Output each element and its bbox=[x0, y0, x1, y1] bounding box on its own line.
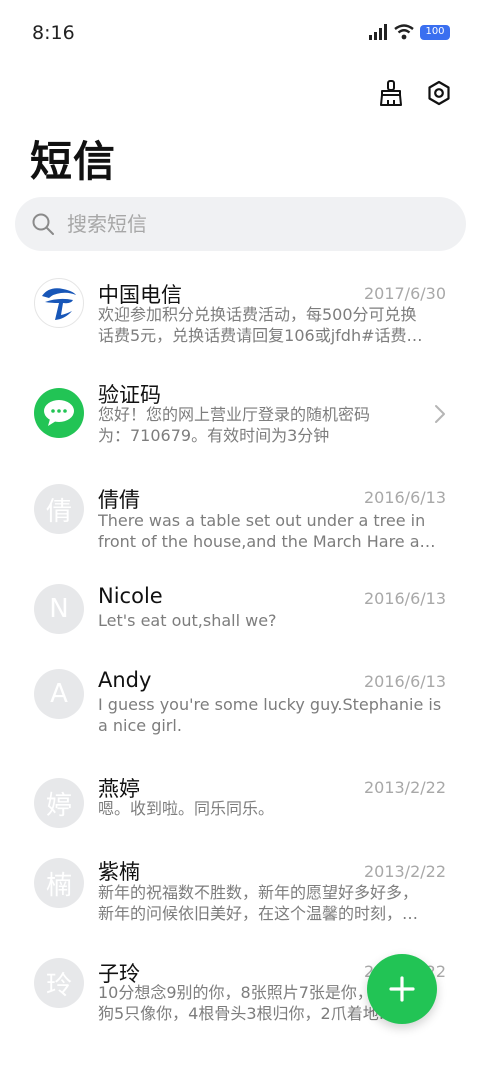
new-message-button[interactable] bbox=[367, 954, 437, 1024]
search-input[interactable] bbox=[67, 212, 427, 236]
status-icons: 100 bbox=[368, 24, 450, 40]
avatar: 楠 bbox=[34, 858, 84, 908]
status-time: 8:16 bbox=[32, 22, 75, 44]
avatar: N bbox=[34, 584, 84, 634]
message-date: 2013/2/22 bbox=[363, 778, 446, 797]
chevron-right-icon bbox=[435, 405, 445, 423]
settings-button[interactable] bbox=[424, 78, 454, 108]
message-date: 2013/2/22 bbox=[363, 862, 446, 881]
conversation-item[interactable]: 中国电信 2017/6/30 欢迎参加积分兑换话费活动，每500分可兑换 话费5… bbox=[0, 262, 480, 362]
wifi-icon bbox=[394, 24, 414, 40]
page-title: 短信 bbox=[30, 137, 117, 186]
conversation-item[interactable]: 楠 紫楠 2013/2/22 新年的祝福数不胜数，新年的愿望好多好多， 新年的问… bbox=[0, 852, 480, 952]
message-date: 2016/6/13 bbox=[363, 589, 446, 608]
avatar bbox=[34, 278, 84, 328]
battery-icon: 100 bbox=[420, 24, 450, 40]
conversation-item[interactable]: N Nicole 2016/6/13 Let's eat out,shall w… bbox=[0, 574, 480, 654]
top-actions bbox=[376, 78, 454, 108]
message-preview: 新年的祝福数不胜数，新年的愿望好多好多， 新年的问候依旧美好，在这个温馨的时刻，… bbox=[98, 883, 419, 923]
conversation-item[interactable]: 倩 倩倩 2016/6/13 There was a table set out… bbox=[0, 468, 480, 568]
message-date: 2016/6/13 bbox=[363, 488, 446, 507]
search-icon bbox=[32, 213, 54, 235]
avatar: 玲 bbox=[34, 958, 84, 1008]
message-date: 2017/6/30 bbox=[363, 284, 446, 303]
avatar: 倩 bbox=[34, 484, 84, 534]
signal-icon bbox=[369, 24, 387, 40]
chat-bubble-icon bbox=[44, 400, 74, 426]
contact-name: Andy bbox=[98, 668, 152, 692]
message-preview: I guess you're some lucky guy.Stephanie … bbox=[98, 695, 442, 735]
message-preview: Let's eat out,shall we? bbox=[98, 611, 277, 630]
message-date: 2016/6/13 bbox=[363, 672, 446, 691]
avatar bbox=[34, 388, 84, 438]
contact-name: Nicole bbox=[98, 584, 163, 608]
broom-icon bbox=[380, 80, 402, 106]
avatar: A bbox=[34, 669, 84, 719]
status-bar: 8:16 100 bbox=[0, 0, 480, 68]
china-telecom-logo-icon bbox=[42, 288, 76, 320]
message-preview: 欢迎参加积分兑换话费活动，每500分可兑换 话费5元，兑换话费请回复106或jf… bbox=[98, 305, 423, 345]
plus-icon bbox=[389, 976, 415, 1002]
settings-icon bbox=[428, 80, 450, 106]
message-preview: 嗯。收到啦。同乐同乐。 bbox=[98, 799, 275, 818]
conversation-item[interactable]: 婷 燕婷 2013/2/22 嗯。收到啦。同乐同乐。 bbox=[0, 768, 480, 848]
message-preview: There was a table set out under a tree i… bbox=[98, 511, 436, 551]
conversation-item[interactable]: 验证码 您好！您的网上营业厅登录的随机密码 为：710679。有效时间为3分钟 bbox=[0, 362, 480, 462]
message-preview: 您好！您的网上营业厅登录的随机密码 为：710679。有效时间为3分钟 bbox=[98, 405, 371, 445]
clean-button[interactable] bbox=[376, 78, 406, 108]
avatar: 婷 bbox=[34, 778, 84, 828]
conversation-item[interactable]: A Andy 2016/6/13 I guess you're some luc… bbox=[0, 660, 480, 760]
search-bar[interactable] bbox=[15, 197, 466, 251]
